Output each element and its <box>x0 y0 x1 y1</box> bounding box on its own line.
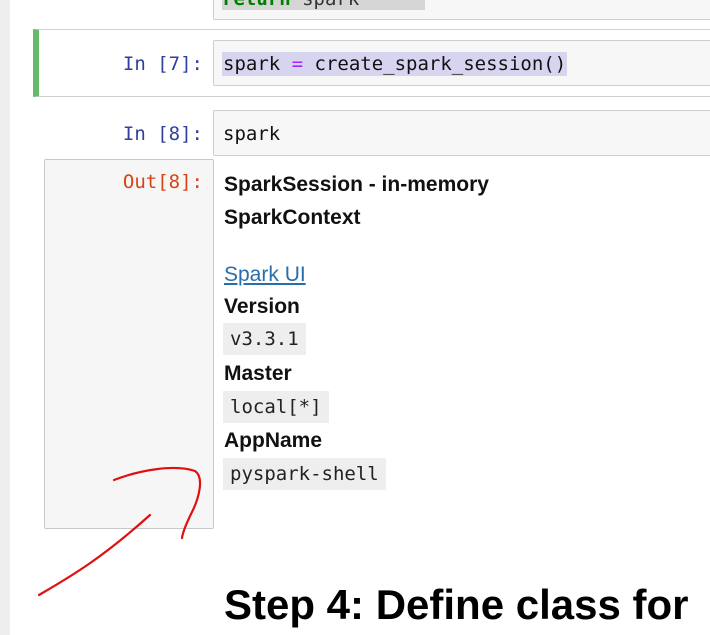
code-line-7: spark = create_spark_session() <box>222 52 568 76</box>
page-gutter <box>0 0 10 635</box>
spark-context-title: SparkContext <box>224 206 361 229</box>
appname-label: AppName <box>224 429 323 452</box>
output-collapser[interactable] <box>44 159 214 529</box>
master-value: local[*] <box>223 391 329 423</box>
input-prompt-7: In [7]: <box>122 53 203 75</box>
code-rest: spark <box>291 0 359 10</box>
code-rhs: create_spark_session() <box>303 53 567 75</box>
code-keyword: return <box>222 0 291 10</box>
code-line-8: spark <box>223 123 281 145</box>
code-editor-8[interactable] <box>213 110 710 156</box>
input-prompt-8: In [8]: <box>122 123 203 145</box>
output-prompt-8: Out[8]: <box>122 171 203 193</box>
version-label: Version <box>224 295 300 318</box>
spark-ui-link[interactable]: Spark UI <box>224 262 306 288</box>
code-operator: = <box>291 53 304 75</box>
master-label: Master <box>224 362 292 385</box>
appname-value: pyspark-shell <box>223 458 386 490</box>
code-lhs: spark <box>223 53 292 75</box>
markdown-heading: Step 4: Define class for <box>224 581 689 628</box>
version-value: v3.3.1 <box>223 323 306 355</box>
spark-session-title: SparkSession - in-memory <box>224 173 489 196</box>
previous-cell-code: return spark <box>222 0 425 10</box>
